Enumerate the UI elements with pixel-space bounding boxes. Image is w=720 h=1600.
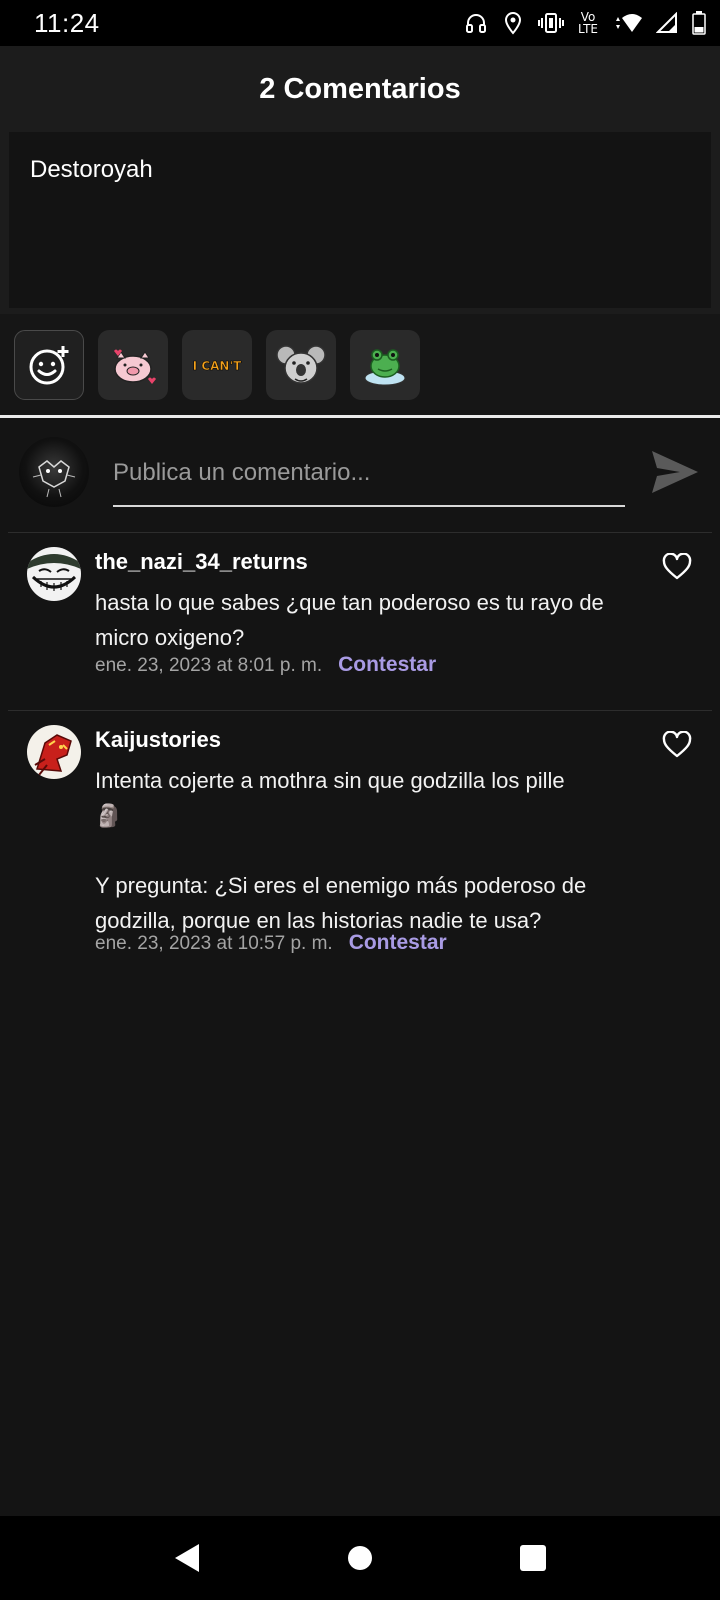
vibrate-icon xyxy=(538,12,565,34)
pig-sticker[interactable] xyxy=(98,329,168,400)
like-button[interactable] xyxy=(662,730,692,759)
comment-input[interactable] xyxy=(113,441,625,507)
comment-meta: ene. 23, 2023 at 10:57 p. m. Contestar xyxy=(95,931,447,955)
story-text: Destoroyah xyxy=(9,132,711,308)
like-button[interactable] xyxy=(662,552,692,581)
volte-icon: Vo LTE xyxy=(578,11,598,35)
comment-date: ene. 23, 2023 at 10:57 p. m. xyxy=(95,933,333,954)
battery-icon xyxy=(692,11,706,35)
frog-sticker[interactable] xyxy=(350,329,420,400)
story-panel: Destoroyah xyxy=(0,132,720,314)
status-icons: Vo LTE xyxy=(464,11,706,35)
home-icon xyxy=(347,1546,372,1570)
location-icon xyxy=(502,11,524,35)
comment-item: Kaijustories Intenta cojerte a mothra si… xyxy=(8,710,712,990)
heart-icon xyxy=(662,552,692,580)
volte-label-bottom: LTE xyxy=(578,22,598,36)
comment-text: Intenta cojerte a mothra sin que godzill… xyxy=(95,768,587,933)
recents-icon xyxy=(520,1545,547,1571)
back-button[interactable] xyxy=(167,1538,207,1578)
emoji-add-button[interactable] xyxy=(14,329,84,400)
home-button[interactable] xyxy=(340,1538,380,1578)
comment-date: ene. 23, 2023 at 8:01 p. m. xyxy=(95,655,323,676)
i-cant-sticker[interactable]: I CAN'T xyxy=(182,329,252,400)
system-nav-bar xyxy=(0,1516,720,1600)
recents-button[interactable] xyxy=(513,1538,553,1578)
comment-username[interactable]: the_nazi_34_returns xyxy=(95,549,308,575)
emoji-add-icon xyxy=(29,345,69,384)
sticker-bar: I CAN'T xyxy=(0,314,720,418)
comment-composer xyxy=(0,421,720,529)
avatar xyxy=(19,437,89,507)
comment-username[interactable]: Kaijustories xyxy=(95,727,221,753)
status-time: 11:24 xyxy=(34,7,100,38)
heart-icon xyxy=(662,730,692,758)
header: 2 Comentarios xyxy=(0,46,720,132)
page-title: 2 Comentarios xyxy=(259,72,461,105)
send-icon xyxy=(652,451,698,493)
reply-button[interactable]: Contestar xyxy=(338,653,436,677)
avatar[interactable] xyxy=(27,547,81,601)
i-cant-sticker-label: I CAN'T xyxy=(193,359,242,373)
send-button[interactable] xyxy=(648,445,702,499)
back-icon xyxy=(174,1544,199,1572)
comment-text: hasta lo que sabes ¿que tan poderoso es … xyxy=(95,590,604,650)
status-bar: 11:24 Vo LTE xyxy=(0,0,720,46)
wifi-icon xyxy=(612,12,642,34)
headphones-icon xyxy=(464,11,488,35)
avatar[interactable] xyxy=(27,725,81,779)
koala-sticker[interactable] xyxy=(266,329,336,400)
reply-button[interactable]: Contestar xyxy=(349,931,447,955)
comment-item: the_nazi_34_returns hasta lo que sabes ¿… xyxy=(8,532,712,710)
signal-icon xyxy=(656,12,678,34)
comment-meta: ene. 23, 2023 at 8:01 p. m. Contestar xyxy=(95,653,436,677)
